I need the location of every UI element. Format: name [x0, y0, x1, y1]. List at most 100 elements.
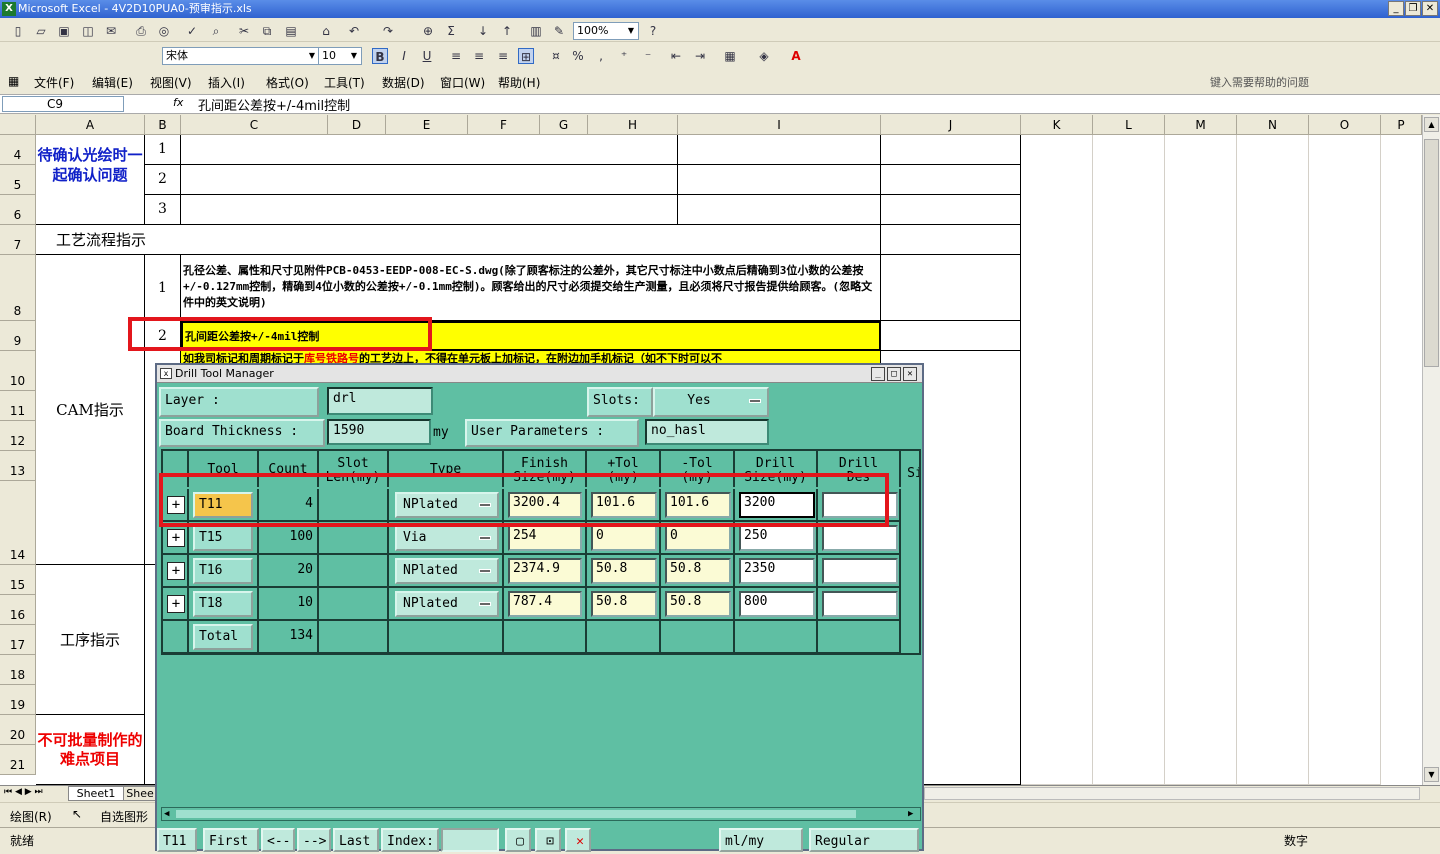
- format-painter-icon[interactable]: ⌂: [318, 23, 334, 39]
- col-header-j[interactable]: J: [881, 115, 1021, 135]
- menu-edit[interactable]: 编辑(E): [92, 74, 133, 91]
- cut-icon[interactable]: ✂: [236, 23, 252, 39]
- vertical-scrollbar[interactable]: ▲ ▼: [1422, 115, 1440, 785]
- currency-icon[interactable]: ¤: [548, 48, 564, 64]
- print-icon[interactable]: ⎙: [133, 23, 149, 39]
- merge-center-icon[interactable]: ⊞: [518, 48, 534, 64]
- col-header-g[interactable]: G: [540, 115, 588, 135]
- menu-view[interactable]: 视图(V): [150, 74, 192, 91]
- type-dropdown[interactable]: NPlated: [395, 591, 499, 617]
- dialog-maximize-button[interactable]: □: [887, 367, 901, 381]
- col-header-l[interactable]: L: [1093, 115, 1165, 135]
- tool-button[interactable]: T18: [193, 591, 253, 617]
- expand-icon[interactable]: +: [167, 529, 185, 547]
- underline-icon[interactable]: U: [419, 48, 435, 64]
- align-right-icon[interactable]: ≡: [495, 48, 511, 64]
- col-header-b[interactable]: B: [145, 115, 181, 135]
- menu-file[interactable]: 文件(F): [34, 74, 74, 91]
- fx-icon[interactable]: fx: [173, 96, 183, 109]
- borders-icon[interactable]: ▦: [722, 48, 738, 64]
- sort-asc-icon[interactable]: ↓: [475, 23, 491, 39]
- menu-data[interactable]: 数据(D): [382, 74, 425, 91]
- col-header-d[interactable]: D: [328, 115, 386, 135]
- row-header[interactable]: 12: [0, 421, 36, 451]
- mode-dropdown[interactable]: Regular: [809, 828, 919, 852]
- font-name-combo[interactable]: 宋体 ▼: [162, 47, 320, 65]
- dialog-close-button[interactable]: ✕: [903, 367, 917, 381]
- tool-button[interactable]: T16: [193, 558, 253, 584]
- tab-sheet2[interactable]: Shee: [123, 786, 157, 801]
- confirm-cell[interactable]: [881, 135, 1021, 165]
- scroll-down-icon[interactable]: ▼: [1424, 767, 1439, 782]
- spelling-icon[interactable]: ✓: [184, 23, 200, 39]
- tool-row[interactable]: + T18 10 NPlated 787.4 50.8 50.8 800: [163, 588, 919, 621]
- row-header[interactable]: 18: [0, 655, 36, 685]
- row-header[interactable]: 5: [0, 165, 36, 195]
- plus-tol-input[interactable]: 50.8: [591, 591, 657, 617]
- slots-dropdown[interactable]: Yes: [653, 387, 769, 417]
- name-box[interactable]: C9: [2, 96, 124, 112]
- finish-size-input[interactable]: 787.4: [508, 591, 582, 617]
- comma-icon[interactable]: ,: [593, 48, 609, 64]
- save-icon[interactable]: ▣: [56, 23, 72, 39]
- dialog-minimize-button[interactable]: _: [871, 367, 885, 381]
- minus-tol-input[interactable]: 0: [665, 525, 731, 551]
- cam-extra-cell[interactable]: [881, 255, 1021, 321]
- dialog-horizontal-scrollbar[interactable]: ◀ ▶: [161, 807, 921, 821]
- zoom-combo[interactable]: 100% ▼: [573, 22, 639, 40]
- help-search-box[interactable]: 键入需要帮助的问题: [1210, 74, 1309, 90]
- autoshape-menu[interactable]: 自选图形: [100, 808, 148, 825]
- minimize-button[interactable]: _: [1388, 1, 1404, 16]
- tool-row[interactable]: + T16 20 NPlated 2374.9 50.8 50.8 2350: [163, 555, 919, 588]
- row-header[interactable]: 17: [0, 625, 36, 655]
- formula-input[interactable]: 孔间距公差按+/-4mil控制: [198, 95, 350, 114]
- font-color-icon[interactable]: A: [788, 48, 804, 64]
- menu-insert[interactable]: 插入(I): [208, 74, 245, 91]
- increase-indent-icon[interactable]: ⇥: [692, 48, 708, 64]
- tab-sheet1[interactable]: Sheet1: [68, 786, 124, 801]
- percent-icon[interactable]: %: [570, 48, 586, 64]
- finish-size-input[interactable]: 254: [508, 525, 582, 551]
- expand-icon[interactable]: +: [167, 595, 185, 613]
- confirm-cell[interactable]: [678, 165, 881, 195]
- drill-des-input[interactable]: [822, 558, 898, 584]
- italic-icon[interactable]: I: [396, 48, 412, 64]
- confirm-cell[interactable]: [881, 195, 1021, 225]
- row-header[interactable]: 21: [0, 745, 36, 775]
- col-header-n[interactable]: N: [1237, 115, 1309, 135]
- menu-format[interactable]: 格式(O): [266, 74, 309, 91]
- col-header-p[interactable]: P: [1381, 115, 1422, 135]
- select-pointer-icon[interactable]: ↖: [72, 807, 82, 821]
- help-icon[interactable]: ?: [645, 23, 661, 39]
- fill-color-icon[interactable]: ◈: [756, 48, 772, 64]
- row-header[interactable]: 11: [0, 391, 36, 421]
- row-header[interactable]: 14: [0, 481, 36, 565]
- next-button[interactable]: -->: [297, 828, 331, 852]
- plus-tol-input[interactable]: 0: [591, 525, 657, 551]
- units-dropdown[interactable]: ml/my: [719, 828, 803, 852]
- drill-size-input[interactable]: 800: [739, 591, 815, 617]
- edit-icon[interactable]: ⊡: [535, 828, 561, 852]
- autosum-icon[interactable]: Σ: [443, 23, 459, 39]
- col-header-e[interactable]: E: [386, 115, 468, 135]
- email-icon[interactable]: ✉: [103, 23, 119, 39]
- copy-icon[interactable]: ⧉: [259, 23, 275, 39]
- menu-tools[interactable]: 工具(T): [324, 74, 365, 91]
- confirm-cell[interactable]: [181, 135, 678, 165]
- drawing-icon[interactable]: ✎: [551, 23, 567, 39]
- process-cell[interactable]: [881, 225, 1021, 255]
- row-header[interactable]: 9: [0, 321, 36, 351]
- confirm-cell[interactable]: [181, 165, 678, 195]
- index-input[interactable]: [441, 828, 499, 852]
- cam-extra-cell[interactable]: [881, 321, 1021, 351]
- prev-button[interactable]: <--: [261, 828, 295, 852]
- cam-item-text[interactable]: 孔径公差、属性和尺寸见附件PCB-0453-EEDP-008-EC-S.dwg(…: [181, 255, 881, 321]
- row-header[interactable]: 20: [0, 715, 36, 745]
- tab-nav-icons[interactable]: ⏮ ◀ ▶ ⏭: [4, 787, 43, 797]
- print-preview-icon[interactable]: ◎: [156, 23, 172, 39]
- col-header-o[interactable]: O: [1309, 115, 1381, 135]
- delete-icon[interactable]: ✕: [565, 828, 591, 852]
- select-all-corner[interactable]: [0, 115, 36, 135]
- restore-button[interactable]: ❐: [1405, 1, 1421, 16]
- draw-menu[interactable]: 绘图(R): [10, 808, 52, 825]
